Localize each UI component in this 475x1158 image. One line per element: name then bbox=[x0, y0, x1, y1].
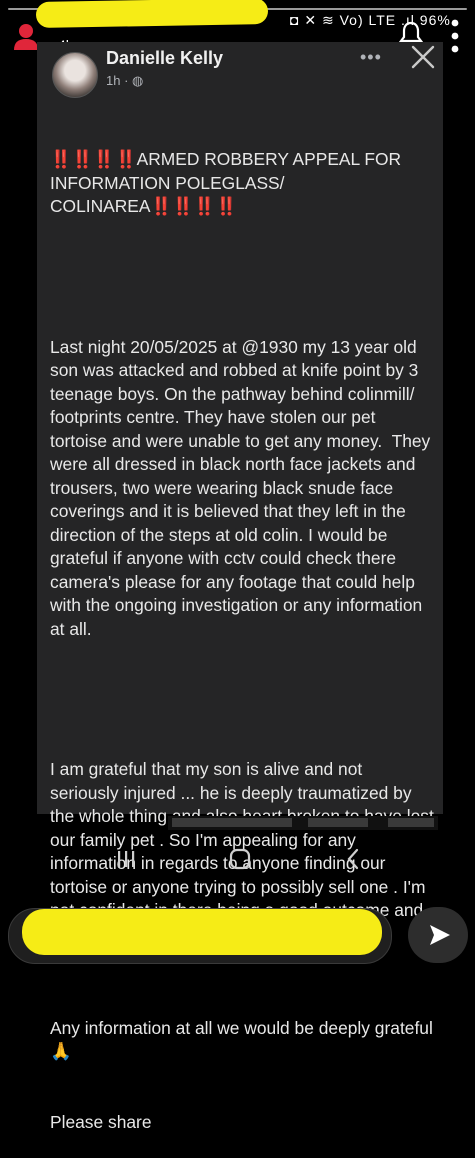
post-headline: ‼️‼️‼️‼️ARMED ROBBERY APPEAL FOR INFORMA… bbox=[50, 149, 406, 216]
post-paragraph: Any information at all we would be deepl… bbox=[50, 1017, 438, 1062]
redacted-reply-text bbox=[22, 909, 382, 955]
post-meta: 1h · ◍ bbox=[106, 73, 144, 88]
post-paragraph: Last night 20/05/2025 at @1930 my 13 yea… bbox=[50, 336, 436, 639]
story-options-icon[interactable] bbox=[451, 19, 459, 53]
close-icon[interactable] bbox=[410, 44, 436, 70]
more-horizontal-icon[interactable]: ••• bbox=[360, 47, 382, 68]
redacted-username bbox=[35, 0, 269, 29]
send-icon bbox=[430, 925, 450, 945]
post-paragraph: Please share bbox=[50, 1111, 152, 1132]
status-bar: ◘ ✕ ≋ Vo) LTE .ıl 96% bbox=[290, 12, 451, 28]
home-icon[interactable] bbox=[229, 848, 251, 870]
post-body: ‼️‼️‼️‼️ARMED ROBBERY APPEAL FOR INFORMA… bbox=[50, 101, 434, 1158]
author-name[interactable]: Danielle Kelly bbox=[106, 48, 223, 69]
send-button[interactable] bbox=[408, 907, 468, 963]
recent-apps-icon[interactable] bbox=[116, 850, 136, 868]
screenshot-thumbnail-strip bbox=[168, 816, 438, 830]
author-avatar[interactable] bbox=[52, 52, 98, 98]
back-icon[interactable] bbox=[345, 848, 361, 870]
